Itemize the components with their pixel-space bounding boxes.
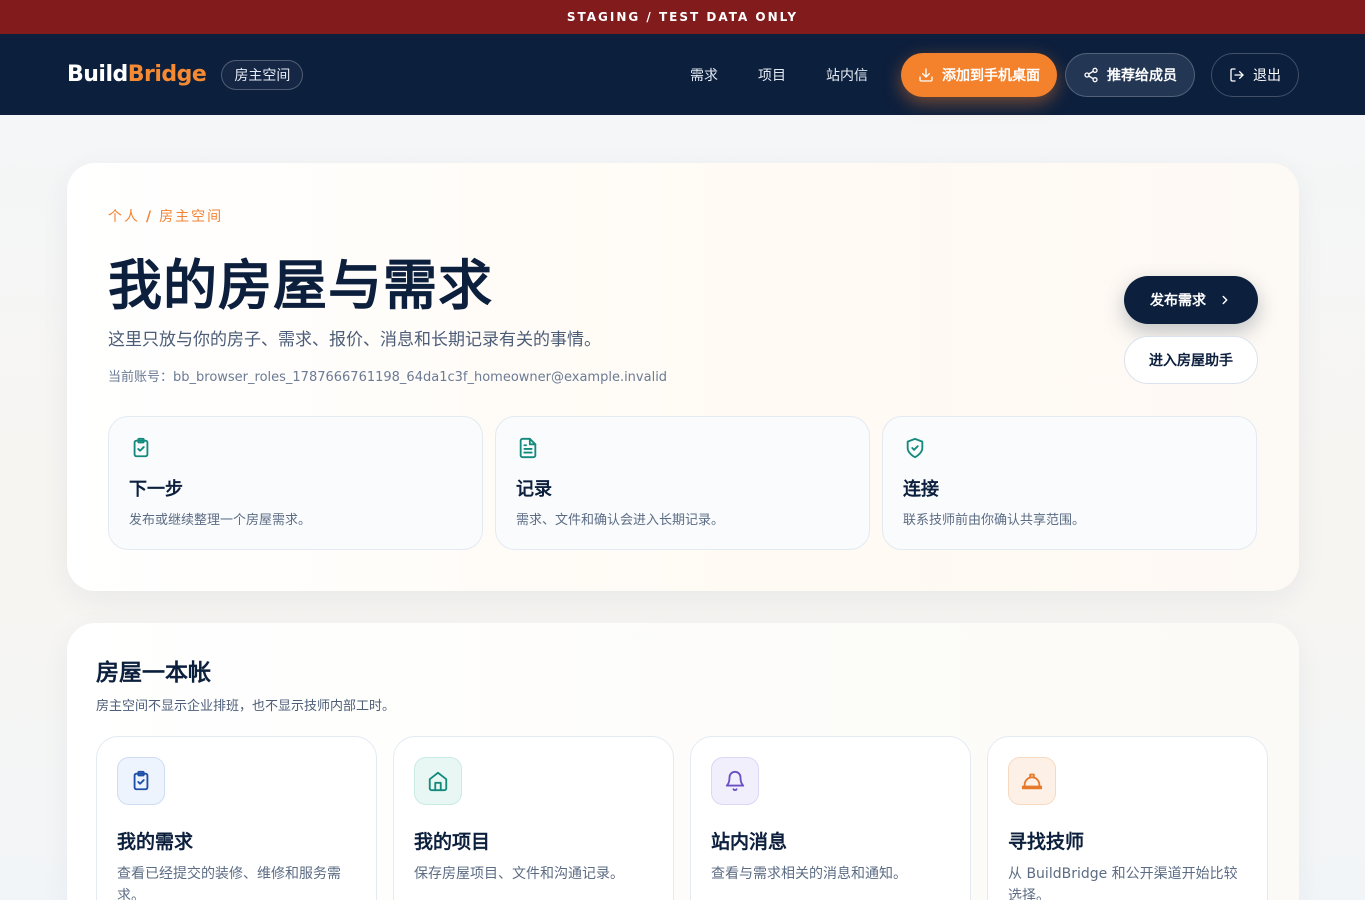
nav-links: 需求 项目 站内信 [690,65,868,85]
logout-icon [1230,67,1244,82]
top-navigation-bar: Build Bridge 房主空间 需求 项目 站内信 添加到手机桌面 推荐给成… [0,34,1365,115]
info-card-title: 连接 [903,479,939,500]
info-card-desc: 联系技师前由你确认共享范围。 [903,513,1086,528]
card-title: 站内消息 [711,831,788,853]
staging-banner-text: STAGING / TEST DATA ONLY [566,10,799,24]
nav-link-requests[interactable]: 需求 [690,65,718,85]
card-title: 我的项目 [414,831,491,853]
card-title: 我的需求 [117,831,194,853]
nav-link-projects[interactable]: 项目 [758,65,786,85]
section-title: 房屋一本帐 [96,660,211,686]
info-card-desc: 需求、文件和确认会进入长期记录。 [516,513,725,528]
clipboard-check-icon [133,770,149,791]
card-my-projects[interactable]: 我的项目 保存房屋项目、文件和沟通记录。 [393,736,674,900]
space-badge: 房主空间 [221,59,304,90]
home-icon [428,771,448,792]
publish-request-label: 发布需求 [1150,293,1206,309]
breadcrumb: 个人 / 房主空间 [108,206,223,226]
document-icon [519,437,537,459]
hero-panel: 个人 / 房主空间 我的房屋与需求 这里只放与你的房子、需求、报价、消息和长期记录有… [67,163,1299,591]
chevron-right-icon [1222,295,1228,305]
staging-banner: STAGING / TEST DATA ONLY [0,0,1365,34]
card-desc: 从 BuildBridge 和公开渠道开始比较选择。 [1008,866,1238,900]
card-desc: 查看已经提交的装修、维修和服务需求。 [117,866,341,900]
home-ledger-section: 房屋一本帐 房主空间不显示企业排班，也不显示技师内部工时。 我的需求 查看已经提… [67,623,1299,900]
icon-box [1008,757,1056,805]
page-title: 我的房屋与需求 [108,254,493,317]
add-to-home-screen-label: 添加到手机桌面 [942,67,1040,84]
publish-request-button[interactable]: 发布需求 [1124,276,1258,324]
clipboard-check-icon [133,437,149,458]
info-card-connect: 连接 联系技师前由你确认共享范围。 [882,416,1257,550]
card-desc: 查看与需求相关的消息和通知。 [711,866,907,882]
icon-box [711,757,759,805]
info-card-title: 记录 [516,479,552,500]
ledger-cards: 我的需求 查看已经提交的装修、维修和服务需求。 我的项目 保存房屋项目、文件和沟… [96,736,1268,900]
add-to-home-screen-button[interactable]: 添加到手机桌面 [901,52,1057,97]
logout-label: 退出 [1253,67,1281,84]
card-find-technician[interactable]: 寻找技师 从 BuildBridge 和公开渠道开始比较选择。 [987,736,1268,900]
logo-text-build: Build [67,62,128,87]
bell-icon [725,771,745,792]
hard-hat-icon [1021,773,1043,790]
section-subtitle: 房主空间不显示企业排班，也不显示技师内部工时。 [96,699,396,714]
recommend-to-member-label: 推荐给成员 [1107,67,1177,84]
icon-box [414,757,462,805]
buildbridge-logo[interactable]: Build Bridge [67,62,207,87]
shield-check-icon [906,437,924,459]
breadcrumb-separator: / [146,209,154,225]
recommend-to-member-button[interactable]: 推荐给成员 [1065,52,1195,97]
icon-box [117,757,165,805]
card-my-requests[interactable]: 我的需求 查看已经提交的装修、维修和服务需求。 [96,736,377,900]
current-account-text: 当前账号：bb_browser_roles_1787666761198_64da… [108,370,668,385]
info-card-title: 下一步 [129,479,183,500]
breadcrumb-homeowner-space[interactable]: 房主空间 [159,209,223,225]
share-icon [1084,67,1098,82]
logo-text-bridge: Bridge [127,62,207,87]
card-site-messages[interactable]: 站内消息 查看与需求相关的消息和通知。 [690,736,971,900]
page-subtitle: 这里只放与你的房子、需求、报价、消息和长期记录有关的事情。 [108,330,601,350]
logout-button[interactable]: 退出 [1211,52,1299,97]
breadcrumb-personal[interactable]: 个人 [108,209,140,225]
home-assistant-button[interactable]: 进入房屋助手 [1124,336,1258,384]
download-icon [919,67,933,82]
home-assistant-label: 进入房屋助手 [1149,353,1233,369]
card-title: 寻找技师 [1008,831,1085,853]
card-desc: 保存房屋项目、文件和沟通记录。 [414,866,624,882]
info-card-records: 记录 需求、文件和确认会进入长期记录。 [495,416,870,550]
nav-link-messages[interactable]: 站内信 [826,65,868,85]
info-card-next-step: 下一步 发布或继续整理一个房屋需求。 [108,416,483,550]
info-card-desc: 发布或继续整理一个房屋需求。 [129,513,312,528]
hero-info-cards: 下一步 发布或继续整理一个房屋需求。 记录 需求、文件和确认会进入长期记录。 连… [108,416,1257,550]
